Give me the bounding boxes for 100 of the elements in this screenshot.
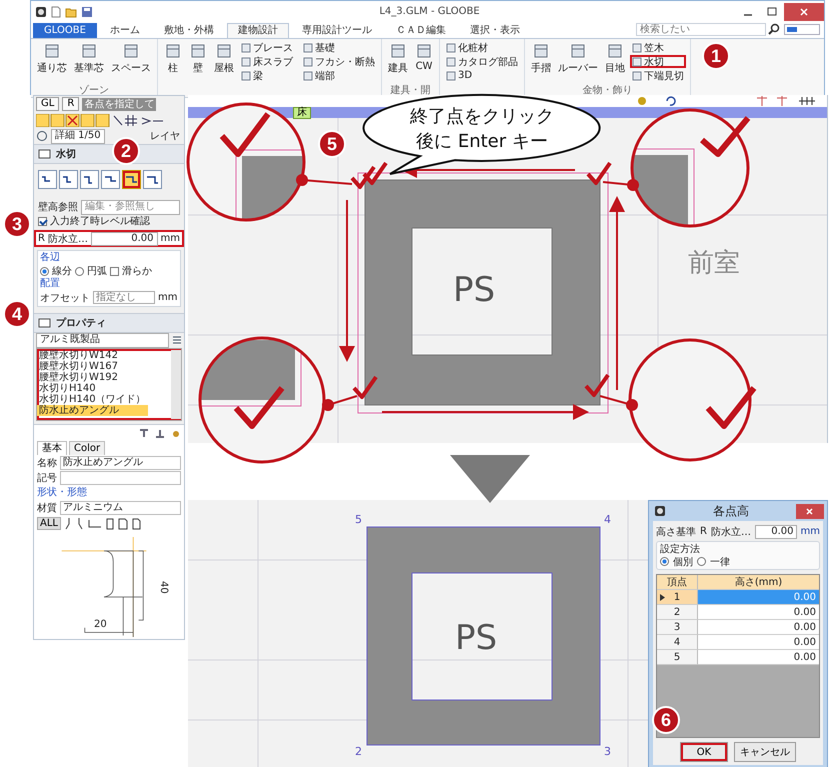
ribbon-tab[interactable]: 建物設計 bbox=[226, 23, 289, 38]
radio-button[interactable] bbox=[697, 557, 706, 566]
table-row[interactable]: 2 0.00 bbox=[657, 605, 819, 620]
panel-tab[interactable]: 基本 bbox=[37, 441, 67, 455]
list-view-icon[interactable] bbox=[172, 335, 182, 346]
current-row-icon bbox=[660, 594, 665, 601]
pin-icon[interactable] bbox=[139, 428, 149, 438]
checkbox-label: 入力終了時レベル確認 bbox=[50, 214, 150, 228]
close-icon[interactable] bbox=[796, 504, 824, 518]
wall-height-dropdown[interactable]: 編集・参照無し bbox=[81, 200, 180, 214]
tool-button[interactable] bbox=[38, 170, 57, 189]
checkbox[interactable] bbox=[110, 266, 119, 276]
table-cell: 3 bbox=[657, 620, 698, 635]
symbol-input[interactable] bbox=[60, 470, 181, 484]
panel-tab[interactable]: Color bbox=[69, 441, 106, 455]
list-item[interactable]: 腰壁水切りW142 bbox=[37, 350, 148, 361]
table-row[interactable]: 3 0.00 bbox=[657, 620, 819, 635]
field-label: R bbox=[700, 526, 707, 537]
close-icon[interactable] bbox=[784, 2, 824, 20]
name-input[interactable]: 防水止めアングル bbox=[60, 456, 181, 470]
box-icon bbox=[241, 42, 251, 52]
list-item[interactable]: 腰壁水切りW192 bbox=[37, 372, 148, 383]
filter-dropdown[interactable]: ALL bbox=[37, 516, 61, 530]
folder-icon[interactable] bbox=[65, 6, 77, 18]
ribbon-button[interactable]: 手摺 bbox=[529, 41, 553, 77]
save-icon[interactable] bbox=[81, 6, 93, 18]
ribbon-button[interactable]: 端部 bbox=[301, 69, 377, 82]
tool-button[interactable] bbox=[122, 170, 141, 189]
list-item[interactable]: 水切りH140（ワイド） bbox=[37, 394, 148, 405]
ribbon-button[interactable]: 3D bbox=[444, 69, 520, 82]
material-dropdown[interactable]: アルミニウム bbox=[60, 500, 181, 514]
search-field[interactable]: 検索したい bbox=[636, 23, 766, 36]
ribbon-button[interactable]: 基準芯 bbox=[72, 41, 106, 77]
list-item[interactable]: 防水止めアングル bbox=[37, 405, 148, 416]
panel-title: プロパティ bbox=[56, 316, 106, 330]
ribbon-button[interactable]: 目地 bbox=[603, 41, 627, 77]
table-row[interactable]: 5 0.00 bbox=[657, 650, 819, 665]
ribbon-tab[interactable]: ホーム bbox=[98, 23, 151, 38]
vertex-label: 4 bbox=[604, 514, 611, 526]
table-cell: 2 bbox=[657, 605, 698, 620]
ribbon-tab[interactable]: 敷地・外構 bbox=[152, 23, 225, 38]
ribbon-button[interactable]: 笠木 bbox=[630, 41, 686, 54]
layer-button[interactable]: レイヤ bbox=[150, 129, 180, 143]
ribbon-button[interactable]: CW bbox=[413, 41, 435, 74]
radio-button[interactable] bbox=[75, 266, 84, 276]
table-row[interactable]: 4 0.00 bbox=[657, 635, 819, 650]
dialog-button[interactable]: キャンセル bbox=[734, 742, 796, 762]
view-toolbar-icon[interactable] bbox=[637, 96, 817, 106]
vertex-label: 5 bbox=[355, 514, 362, 526]
ribbon-button[interactable]: スペース bbox=[109, 41, 153, 77]
ribbon-button[interactable]: 梁 bbox=[239, 69, 295, 82]
ribbon-button[interactable]: 屋根 bbox=[212, 41, 236, 77]
tool-button[interactable] bbox=[59, 170, 78, 189]
upload-icon[interactable] bbox=[155, 428, 165, 438]
radio-button[interactable] bbox=[660, 557, 669, 566]
ribbon-button[interactable]: 床スラブ bbox=[239, 55, 295, 68]
ribbon-button[interactable]: 柱 bbox=[162, 41, 184, 77]
ribbon-tab[interactable]: GLOOBE bbox=[33, 23, 97, 38]
ribbon-button[interactable]: 下端見切 bbox=[630, 69, 686, 82]
ribbon-button[interactable]: 通り芯 bbox=[35, 41, 69, 77]
ribbon-tab[interactable]: ＣＡＤ編集 bbox=[384, 23, 457, 38]
toolbar-button[interactable]: R bbox=[62, 97, 80, 111]
step-badge: 4 bbox=[3, 300, 31, 328]
checkbox[interactable] bbox=[38, 216, 47, 226]
table-row[interactable]: 1 0.00 bbox=[657, 590, 819, 605]
ribbon-button[interactable]: 水切 bbox=[630, 55, 686, 68]
tool-button[interactable] bbox=[80, 170, 99, 189]
ribbon-button[interactable]: カタログ部品 bbox=[444, 55, 520, 68]
ribbon-button[interactable]: 基礎 bbox=[301, 41, 377, 54]
scale-dropdown[interactable]: 詳細 1/50 bbox=[51, 128, 105, 144]
list-item[interactable]: 腰壁水切りW167 bbox=[37, 361, 148, 372]
down-triangle-icon bbox=[450, 455, 530, 503]
tool-button[interactable] bbox=[143, 170, 162, 189]
field-label: 壁高参照 bbox=[38, 200, 78, 214]
category-dropdown[interactable]: アルミ既製品 bbox=[36, 333, 169, 348]
app-icon[interactable] bbox=[35, 6, 47, 18]
dialog-button[interactable]: OK bbox=[680, 742, 728, 762]
ribbon-button[interactable]: 建具 bbox=[386, 41, 410, 77]
new-file-icon[interactable] bbox=[51, 6, 61, 18]
timer-icon[interactable] bbox=[36, 130, 48, 142]
ribbon-button[interactable]: 化粧材 bbox=[444, 41, 520, 54]
option-list[interactable]: 腰壁水切りW142 腰壁水切りW167 腰壁水切りW192 水切りH140 水切りH140（ワイド） 防水止めアングル bbox=[36, 348, 182, 421]
ribbon-button[interactable]: ルーバー bbox=[556, 41, 600, 77]
scrollbar[interactable] bbox=[171, 350, 181, 419]
ribbon-button[interactable]: フカシ・断熱 bbox=[301, 55, 377, 68]
tool-button[interactable] bbox=[101, 170, 120, 189]
snap-toolbar-icon[interactable] bbox=[36, 114, 164, 126]
ribbon-tab[interactable]: 選択・表示 bbox=[458, 23, 531, 38]
floor-tab[interactable]: 床 bbox=[293, 106, 311, 118]
radio-button[interactable] bbox=[40, 266, 49, 276]
toolbar-button[interactable]: GL bbox=[36, 97, 60, 111]
ribbon-button[interactable]: ブレース bbox=[239, 41, 295, 54]
height-input[interactable]: 0.00 bbox=[754, 524, 797, 538]
height-field[interactable]: R 防水立… 0.00 mm bbox=[34, 230, 184, 247]
ribbon-button[interactable]: 壁 bbox=[187, 41, 209, 77]
room-label: PS bbox=[455, 618, 498, 658]
search-icon[interactable] bbox=[768, 23, 780, 35]
toggle-icon[interactable] bbox=[784, 24, 820, 35]
list-item[interactable]: 水切りH140 bbox=[37, 383, 148, 394]
ribbon-tab[interactable]: 専用設計ツール bbox=[290, 23, 383, 38]
